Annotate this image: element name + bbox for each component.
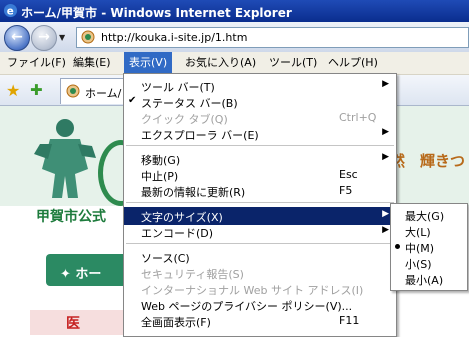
submenu-item-label: 最小(A) <box>405 274 444 287</box>
menu-item-label: エンコード(D) <box>141 227 214 240</box>
menu-tools[interactable]: ツール(T) <box>264 52 322 74</box>
text-size-smaller[interactable]: 小(S) <box>391 255 467 271</box>
tab-favicon-icon <box>66 84 80 98</box>
submenu-item-label: 小(S) <box>405 258 432 271</box>
menu-item-full-screen[interactable]: 全画面表示(F) F11 <box>124 312 396 330</box>
menu-view[interactable]: 表示(V) <box>124 52 173 74</box>
checkmark-icon: ✔ <box>128 95 137 106</box>
menu-separator <box>126 145 394 146</box>
text-size-larger[interactable]: 大(L) <box>391 223 467 239</box>
submenu-arrow-icon: ▶ <box>382 152 389 162</box>
menu-item-shortcut: Esc <box>339 168 358 181</box>
medical-banner[interactable]: 医 <box>30 310 125 335</box>
menu-separator <box>126 202 394 203</box>
menu-item-label: エクスプローラ バー(E) <box>141 129 259 142</box>
site-favicon-icon <box>81 30 95 44</box>
add-favorite-icon[interactable]: ✚ <box>30 81 43 99</box>
title-bar: e ホーム/甲賀市 - Windows Internet Explorer <box>0 0 469 22</box>
menu-favorites[interactable]: お気に入り(A) <box>180 52 261 74</box>
menu-item-shortcut: Ctrl+Q <box>339 111 377 124</box>
back-button[interactable]: ← <box>4 25 30 51</box>
menu-item-refresh[interactable]: 最新の情報に更新(R) F5 <box>124 182 396 200</box>
menu-bar: ファイル(F) 編集(E) 表示(V) お気に入り(A) ツール(T) ヘルプ(… <box>0 52 469 75</box>
svg-text:e: e <box>7 5 14 17</box>
text-size-medium[interactable]: 中(M) <box>391 239 467 255</box>
view-menu-dropdown: ツール バー(T) ▶ ✔ ステータス バー(B) クイック タブ(Q) Ctr… <box>123 73 397 337</box>
menu-help[interactable]: ヘルプ(H) <box>323 52 383 74</box>
text-size-largest[interactable]: 最大(G) <box>391 207 467 223</box>
menu-item-explorer-bar[interactable]: エクスプローラ バー(E) ▶ <box>124 125 396 143</box>
submenu-arrow-icon: ▶ <box>382 225 389 235</box>
submenu-item-label: 中(M) <box>405 242 435 255</box>
menu-item-label: 最新の情報に更新(R) <box>141 186 246 199</box>
submenu-arrow-icon: ▶ <box>382 209 389 219</box>
navigation-bar: ← → ▼ http://kouka.i-site.jp/1.htm <box>0 22 469 52</box>
home-nav-label: ✦ ホー <box>60 267 102 282</box>
menu-item-shortcut: F11 <box>339 314 360 327</box>
submenu-item-label: 最大(G) <box>405 210 445 223</box>
menu-edit[interactable]: 編集(E) <box>68 52 116 74</box>
ie-logo-icon: e <box>3 3 18 17</box>
menu-file[interactable]: ファイル(F) <box>2 52 71 74</box>
site-name: 甲賀市公式 <box>36 209 106 225</box>
banner-text: 然 輝きつ <box>390 152 466 170</box>
favorites-star-icon[interactable]: ★ <box>6 81 20 100</box>
window-title: ホーム/甲賀市 - Windows Internet Explorer <box>21 6 292 20</box>
menu-item-label: 全画面表示(F) <box>141 316 211 329</box>
recent-pages-dropdown-icon[interactable]: ▼ <box>59 33 65 42</box>
submenu-arrow-icon: ▶ <box>382 127 389 137</box>
menu-item-shortcut: F5 <box>339 184 353 197</box>
address-url: http://kouka.i-site.jp/1.htm <box>101 31 248 44</box>
radio-selected-icon <box>395 244 400 249</box>
forward-button[interactable]: → <box>31 25 57 51</box>
text-size-smallest[interactable]: 最小(A) <box>391 271 467 287</box>
arrow-right-icon: → <box>38 29 50 45</box>
menu-item-encoding[interactable]: エンコード(D) ▶ <box>124 223 396 241</box>
address-field[interactable]: http://kouka.i-site.jp/1.htm <box>76 27 469 48</box>
arrow-left-icon: ← <box>11 29 23 45</box>
tab-title: ホーム/ <box>85 87 122 100</box>
medical-banner-text: 医 <box>66 316 80 332</box>
submenu-arrow-icon: ▶ <box>382 79 389 89</box>
submenu-item-label: 大(L) <box>405 226 431 239</box>
ninja-illustration <box>34 119 96 198</box>
text-size-submenu: 最大(G) 大(L) 中(M) 小(S) 最小(A) <box>390 203 468 291</box>
menu-separator <box>126 243 394 244</box>
